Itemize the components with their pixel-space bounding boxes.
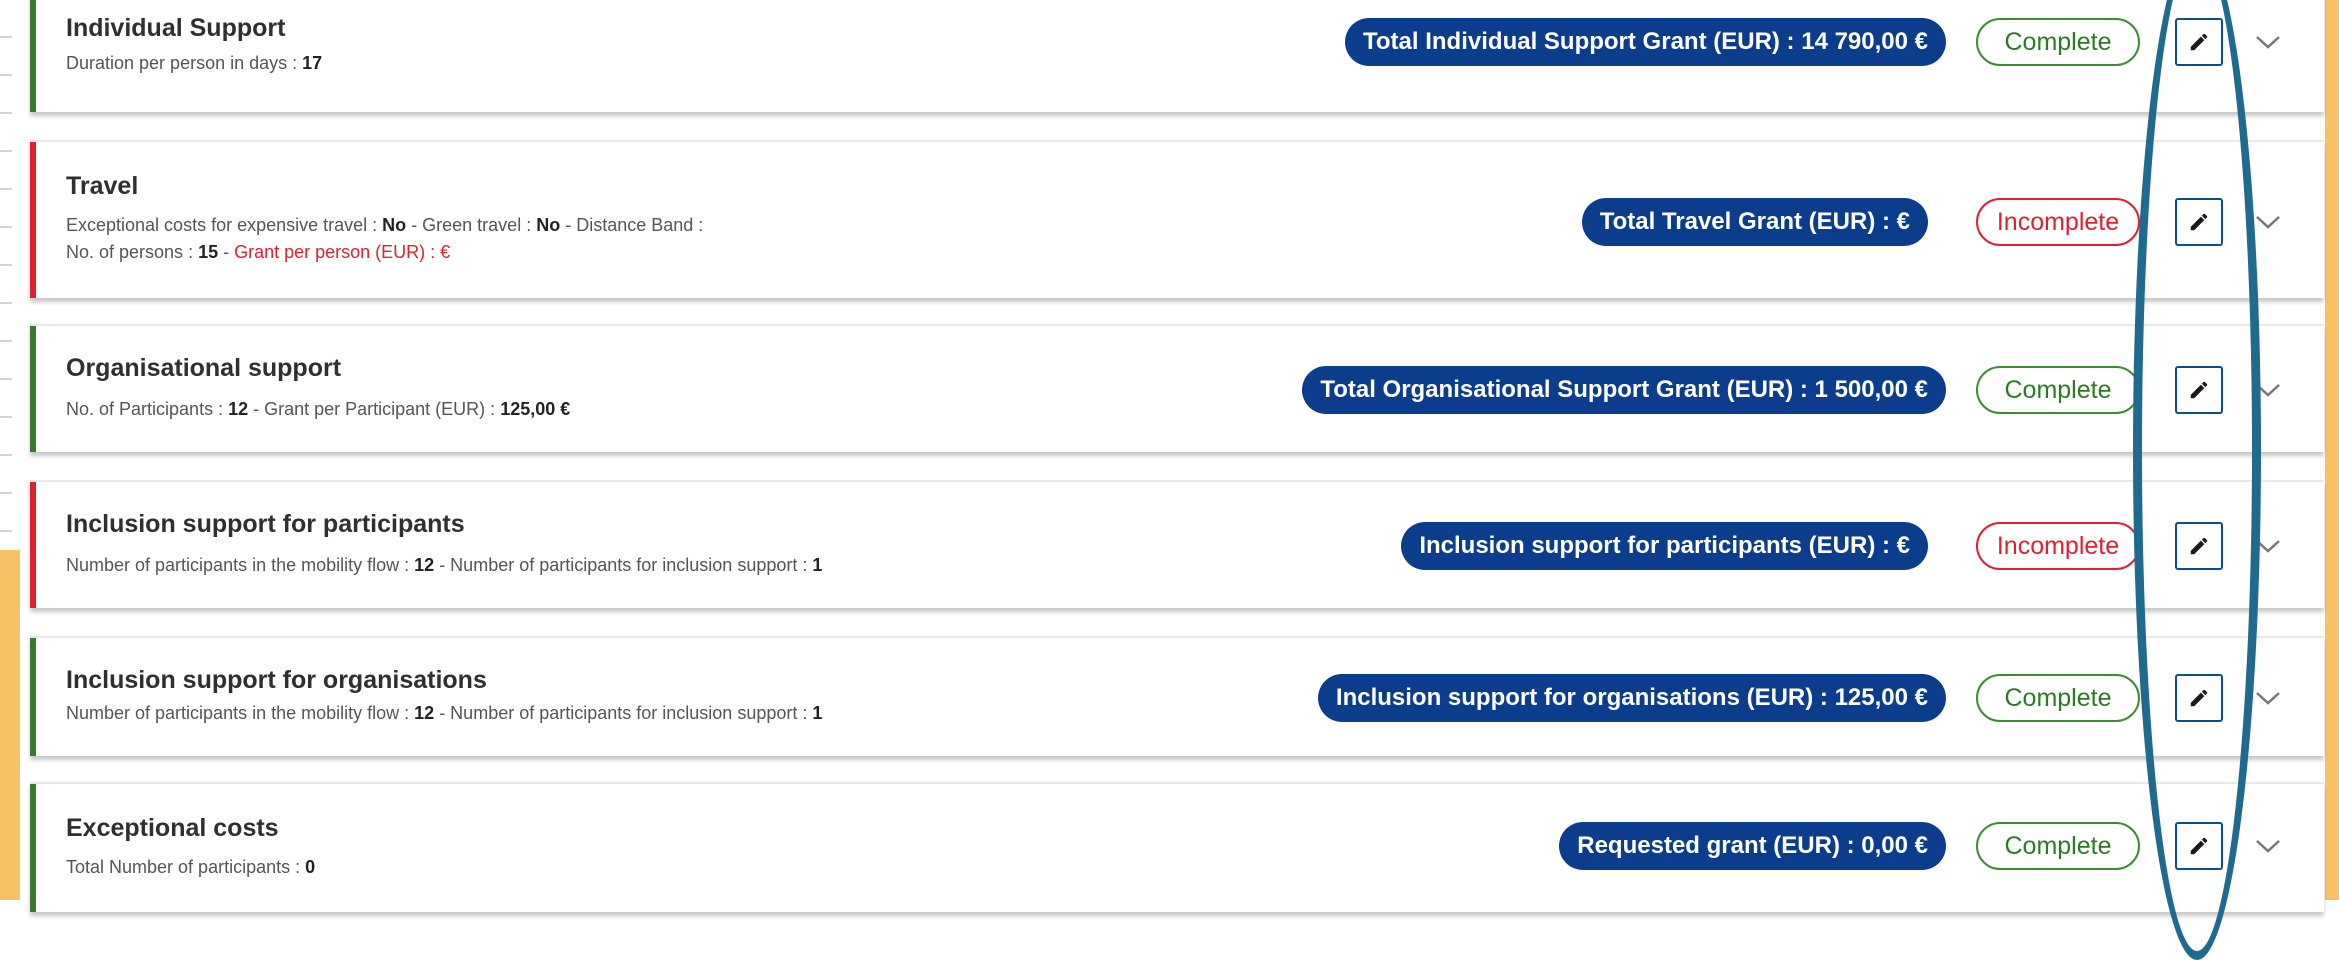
budget-card-travel: Travel Exceptional costs for expensive t…: [30, 140, 2324, 298]
detail-label: - Number of participants for inclusion s…: [434, 703, 813, 723]
status-bar: [30, 784, 36, 912]
background-edge-right: [2325, 0, 2339, 900]
pencil-icon: [2190, 837, 2208, 855]
detail-label: Number of participants in the mobility f…: [66, 703, 415, 723]
edit-button[interactable]: [2175, 822, 2223, 870]
total-grant-badge: Requested grant (EUR) : 0,00 €: [1559, 822, 1946, 870]
detail-label: No. of persons :: [66, 242, 199, 262]
status-bar: [30, 482, 36, 608]
detail-label: - Grant per Participant (EUR) :: [248, 399, 501, 419]
card-detail: Total Number of participants : 0: [66, 854, 315, 881]
background-edge-left: [0, 550, 20, 900]
detail-label: -: [218, 242, 235, 262]
detail-value: No: [536, 215, 561, 235]
chevron-down-icon: [2256, 216, 2280, 229]
detail-value: 1: [812, 703, 823, 723]
status-badge: Incomplete: [1976, 522, 2140, 570]
detail-value: 12: [414, 555, 435, 575]
detail-value: 12: [414, 703, 435, 723]
detail-label: - Green travel :: [406, 215, 537, 235]
expand-button[interactable]: [2248, 526, 2288, 566]
expand-button[interactable]: [2248, 370, 2288, 410]
pencil-icon: [2190, 537, 2208, 555]
chevron-down-icon: [2256, 692, 2280, 705]
budget-card-inclusion-organisations: Inclusion support for organisations Numb…: [30, 636, 2324, 756]
card-detail: No. of Participants : 12 - Grant per Par…: [66, 396, 570, 423]
status-bar: [30, 638, 36, 756]
card-title: Inclusion support for participants: [66, 510, 465, 538]
status-badge: Complete: [1976, 822, 2140, 870]
total-grant-badge: Total Individual Support Grant (EUR) : 1…: [1345, 18, 1946, 66]
budget-card-exceptional-costs: Exceptional costs Total Number of partic…: [30, 782, 2324, 912]
edit-button[interactable]: [2175, 366, 2223, 414]
detail-value: No: [382, 215, 407, 235]
expand-button[interactable]: [2248, 22, 2288, 62]
detail-label: Total Number of participants :: [66, 857, 306, 877]
edit-button[interactable]: [2175, 674, 2223, 722]
chevron-down-icon: [2256, 840, 2280, 853]
detail-label: - Number of participants for inclusion s…: [434, 555, 813, 575]
status-badge: Complete: [1976, 674, 2140, 722]
status-badge: Incomplete: [1976, 198, 2140, 246]
detail-label: - Distance Band :: [560, 215, 704, 235]
detail-value: 15: [198, 242, 219, 262]
detail-warning: Grant per person (EUR) : €: [234, 242, 451, 262]
status-badge: Complete: [1976, 366, 2140, 414]
expand-button[interactable]: [2248, 678, 2288, 718]
card-detail: Number of participants in the mobility f…: [66, 552, 822, 579]
detail-value: 17: [302, 53, 323, 73]
card-title: Exceptional costs: [66, 814, 279, 842]
budget-card-inclusion-participants: Inclusion support for participants Numbe…: [30, 480, 2324, 608]
detail-label: No. of Participants :: [66, 399, 229, 419]
edit-button[interactable]: [2175, 522, 2223, 570]
background-ruler-ticks: [0, 0, 12, 540]
card-detail: Duration per person in days : 17: [66, 50, 322, 77]
detail-value: 125,00 €: [500, 399, 571, 419]
budget-card-individual-support: Individual Support Duration per person i…: [30, 0, 2324, 112]
detail-value: 1: [812, 555, 823, 575]
status-bar: [30, 142, 36, 298]
detail-value: 0: [305, 857, 316, 877]
expand-button[interactable]: [2248, 826, 2288, 866]
card-title: Inclusion support for organisations: [66, 666, 487, 694]
total-grant-badge: Inclusion support for organisations (EUR…: [1317, 674, 1946, 722]
detail-label: Exceptional costs for expensive travel :: [66, 215, 383, 235]
total-grant-badge: Total Travel Grant (EUR) : €: [1581, 198, 1928, 246]
card-title: Organisational support: [66, 354, 342, 382]
card-detail: Exceptional costs for expensive travel :…: [66, 212, 703, 239]
pencil-icon: [2190, 381, 2208, 399]
status-bar: [30, 326, 36, 452]
pencil-icon: [2190, 213, 2208, 231]
total-grant-badge: Inclusion support for participants (EUR)…: [1401, 522, 1928, 570]
detail-value: 12: [228, 399, 249, 419]
chevron-down-icon: [2256, 36, 2280, 49]
chevron-down-icon: [2256, 540, 2280, 553]
card-title: Travel: [66, 172, 139, 200]
pencil-icon: [2190, 689, 2208, 707]
total-grant-badge: Total Organisational Support Grant (EUR)…: [1302, 366, 1946, 414]
edit-button[interactable]: [2175, 18, 2223, 66]
card-detail: Number of participants in the mobility f…: [66, 700, 822, 727]
expand-button[interactable]: [2248, 202, 2288, 242]
pencil-icon: [2190, 33, 2208, 51]
detail-label: Duration per person in days :: [66, 53, 303, 73]
budget-card-organisational-support: Organisational support No. of Participan…: [30, 324, 2324, 452]
chevron-down-icon: [2256, 384, 2280, 397]
card-detail-line2: No. of persons : 15 - Grant per person (…: [66, 239, 450, 266]
card-title: Individual Support: [66, 14, 286, 42]
edit-button[interactable]: [2175, 198, 2223, 246]
detail-label: Number of participants in the mobility f…: [66, 555, 415, 575]
status-bar: [30, 0, 36, 112]
status-badge: Complete: [1976, 18, 2140, 66]
